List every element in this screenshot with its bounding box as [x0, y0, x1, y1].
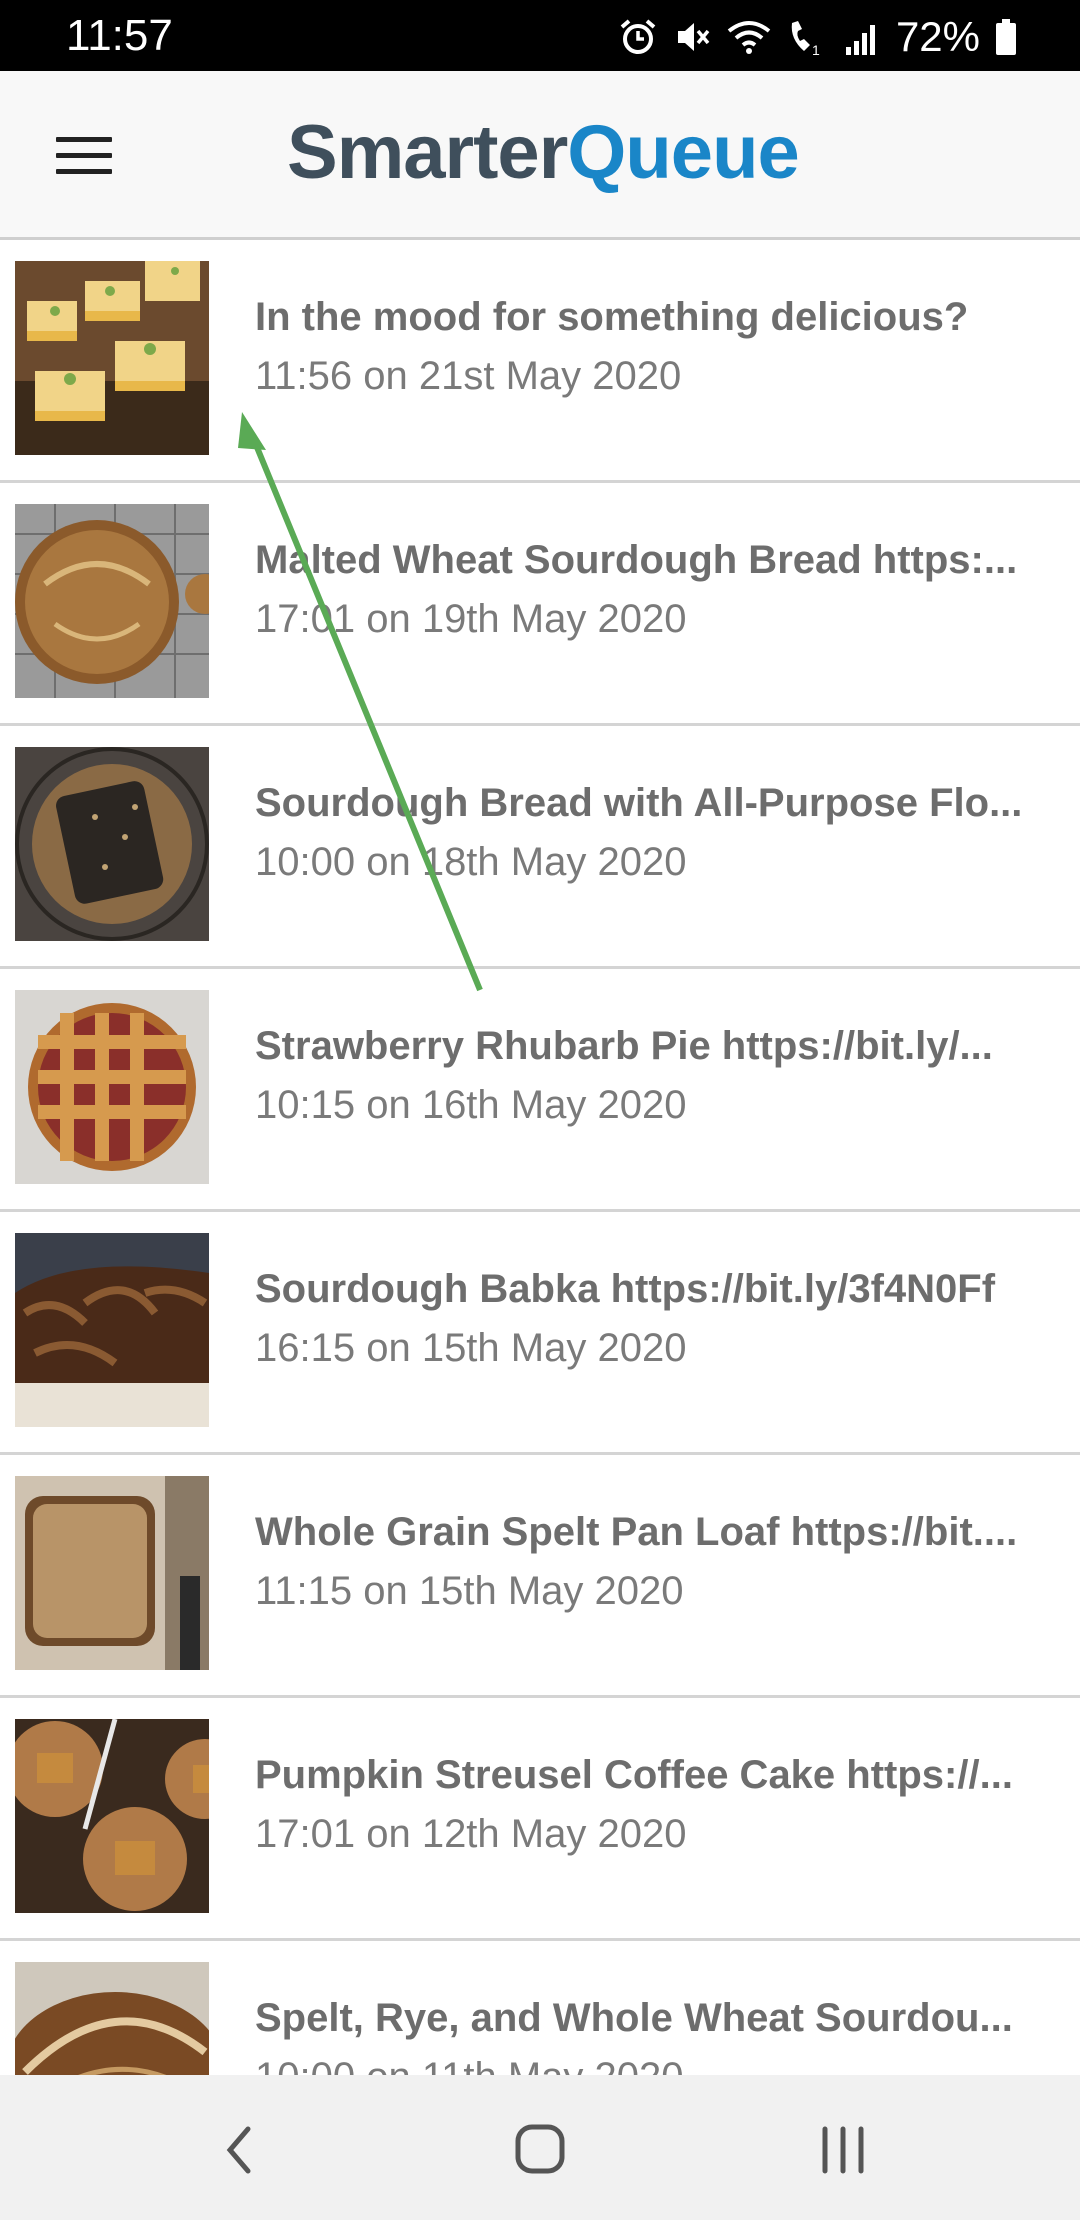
- system-nav-bar: [0, 2075, 1080, 2220]
- list-item[interactable]: Malted Wheat Sourdough Bread https:... 1…: [0, 483, 1080, 726]
- post-time: 10:00 on 18th May 2020: [255, 840, 687, 884]
- list-item[interactable]: Whole Grain Spelt Pan Loaf https://bit..…: [0, 1455, 1080, 1698]
- seeded-loaf-image: [15, 747, 209, 941]
- post-time: 10:15 on 16th May 2020: [255, 1083, 687, 1127]
- recents-button[interactable]: [783, 2105, 903, 2195]
- post-time: 11:15 on 15th May 2020: [255, 1569, 684, 1613]
- wifi-icon: [726, 17, 772, 57]
- post-list[interactable]: In the mood for something delicious? 11:…: [0, 240, 1080, 2075]
- battery-icon: [994, 17, 1018, 57]
- post-title: In the mood for something delicious?: [255, 295, 969, 339]
- home-button[interactable]: [480, 2105, 600, 2195]
- post-title: Sourdough Bread with All-Purpose Flo...: [255, 781, 1023, 825]
- mute-icon: [672, 17, 712, 57]
- post-time: 17:01 on 12th May 2020: [255, 1812, 687, 1856]
- status-icons: 1 72%: [618, 12, 1018, 62]
- list-item[interactable]: Sourdough Bread with All-Purpose Flo... …: [0, 726, 1080, 969]
- sliced-loaf-image: [15, 1476, 209, 1670]
- sourdough-loaf-image: [15, 504, 209, 698]
- post-title: Whole Grain Spelt Pan Loaf https://bit..…: [255, 1510, 1018, 1554]
- alarm-icon: [618, 17, 658, 57]
- rye-loaf-image: [15, 1962, 209, 2075]
- lattice-pie-image: [15, 990, 209, 1184]
- babka-image: [15, 1233, 209, 1427]
- back-icon: [178, 2105, 298, 2195]
- post-title: Sourdough Babka https://bit.ly/3f4N0Ff: [255, 1267, 996, 1311]
- post-title: Spelt, Rye, and Whole Wheat Sourdou...: [255, 1996, 1013, 2040]
- app-bar: SmarterQueue: [0, 71, 1080, 240]
- coffee-cake-image: [15, 1719, 209, 1913]
- post-title: Pumpkin Streusel Coffee Cake https://...: [255, 1753, 1013, 1797]
- battery-percent: 72%: [895, 13, 980, 60]
- app-logo: SmarterQueue: [287, 109, 800, 199]
- list-item[interactable]: Pumpkin Streusel Coffee Cake https://...…: [0, 1698, 1080, 1941]
- post-time: 11:56 on 21st May 2020: [255, 354, 682, 398]
- post-time: 10:00 on 11th May 2020: [255, 2052, 1065, 2075]
- post-title: Strawberry Rhubarb Pie https://bit.ly/..…: [255, 1024, 993, 1068]
- home-icon: [480, 2105, 600, 2195]
- post-time: 17:01 on 19th May 2020: [255, 597, 687, 641]
- list-item[interactable]: Spelt, Rye, and Whole Wheat Sourdou... 1…: [0, 1941, 1080, 2075]
- recents-icon: [783, 2105, 903, 2195]
- post-time: 16:15 on 15th May 2020: [255, 1326, 687, 1370]
- logo-text-queue: Queue: [567, 110, 799, 195]
- menu-button[interactable]: [40, 121, 130, 191]
- list-item[interactable]: In the mood for something delicious? 11:…: [0, 240, 1080, 483]
- post-title: Malted Wheat Sourdough Bread https:...: [255, 538, 1018, 582]
- status-time: 11:57: [66, 11, 173, 60]
- status-bar: 11:57 1 72%: [0, 0, 1080, 71]
- signal-icon: [844, 17, 878, 57]
- list-item[interactable]: Sourdough Babka https://bit.ly/3f4N0Ff 1…: [0, 1212, 1080, 1455]
- back-button[interactable]: [178, 2105, 298, 2195]
- svg-text:1: 1: [812, 42, 820, 57]
- wifi-call-icon: 1: [786, 17, 830, 57]
- list-item[interactable]: Strawberry Rhubarb Pie https://bit.ly/..…: [0, 969, 1080, 1212]
- pastry-squares-image: [15, 261, 209, 455]
- logo-text-smarter: Smarter: [287, 110, 568, 195]
